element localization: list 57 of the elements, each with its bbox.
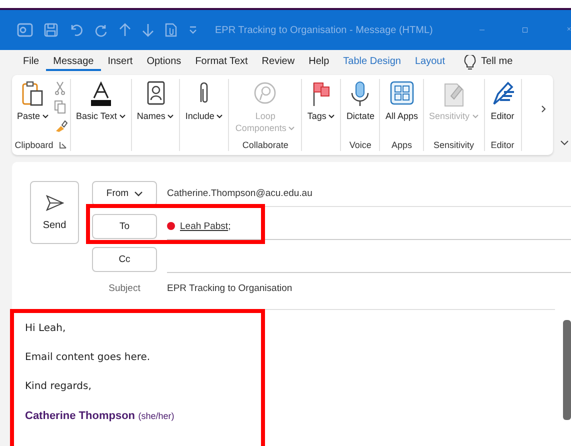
- search-field[interactable]: Tell me: [476, 54, 520, 70]
- group-label: Clipboard: [14, 140, 54, 150]
- ribbon-button[interactable]: Paste: [14, 79, 52, 139]
- ribbon-tab[interactable]: Insert: [100, 54, 140, 70]
- ribbon-tab[interactable]: Review: [254, 54, 302, 70]
- copy-icon[interactable]: [54, 100, 66, 114]
- undo-icon[interactable]: [69, 23, 83, 37]
- redo-icon[interactable]: [94, 23, 108, 37]
- to-button[interactable]: To: [92, 214, 157, 239]
- ribbon-button[interactable]: Dictate: [343, 79, 378, 139]
- body-text: Kind regards,: [25, 381, 92, 392]
- attach-file-icon[interactable]: [165, 23, 177, 37]
- dialog-launcher-icon[interactable]: [59, 141, 68, 149]
- mail-app-icon[interactable]: [17, 23, 33, 37]
- from-button[interactable]: From: [92, 181, 157, 206]
- ribbon-tab[interactable]: File: [16, 54, 46, 70]
- from-address: Catherine.Thompson@acu.edu.au: [167, 180, 571, 206]
- save-icon[interactable]: [44, 23, 58, 37]
- ribbon-button[interactable]: Basic Text: [73, 79, 129, 139]
- body-text: Hi Leah,: [25, 323, 67, 334]
- chevron-right-icon[interactable]: [541, 105, 547, 113]
- ribbon-tab[interactable]: Help: [302, 54, 336, 70]
- signature-pronouns: (she/her): [138, 411, 174, 421]
- subject-field[interactable]: EPR Tracking to Organisation: [167, 283, 292, 294]
- body-text: Email content goes here.: [25, 352, 152, 363]
- window-title: EPR Tracking to Organisation - Message (HTML): [215, 24, 433, 36]
- group-label: Voice: [349, 140, 372, 150]
- group-label: Sensitivity: [433, 140, 474, 150]
- message-body[interactable]: Hi Leah, Email content goes here. Kind regards, Catherine Thompson (she/her): [12, 309, 555, 446]
- signature-name: Catherine Thompson: [25, 410, 136, 422]
- send-icon: [46, 194, 64, 210]
- lightbulb-icon: [464, 54, 476, 70]
- group-label: Editor: [490, 140, 514, 150]
- cut-icon[interactable]: [54, 81, 66, 95]
- ribbon-button[interactable]: Names: [134, 79, 178, 139]
- format-painter-icon[interactable]: [54, 119, 68, 133]
- up-arrow-icon[interactable]: [119, 23, 131, 37]
- ribbon-button[interactable]: All Apps: [382, 79, 421, 139]
- group-label: Collaborate: [242, 140, 288, 150]
- subject-label: Subject: [108, 283, 142, 294]
- chevron-down-icon[interactable]: [560, 140, 569, 146]
- group-label: Apps: [391, 140, 412, 150]
- separator: ;: [228, 220, 231, 232]
- send-button[interactable]: Send: [30, 181, 79, 244]
- ribbon-tab[interactable]: Format Text: [188, 54, 255, 70]
- ribbon-tab[interactable]: Message: [46, 54, 101, 70]
- cc-button[interactable]: Cc: [92, 247, 157, 272]
- ribbon-button[interactable]: Tags: [304, 79, 338, 139]
- customize-icon[interactable]: [188, 25, 198, 35]
- ribbon-tab[interactable]: Layout: [408, 54, 452, 70]
- ribbon-button[interactable]: Include: [182, 79, 226, 139]
- down-arrow-icon[interactable]: [142, 23, 154, 37]
- ribbon-tab[interactable]: Options: [140, 54, 188, 70]
- ribbon-tab[interactable]: Table Design: [336, 54, 408, 70]
- recipient-name[interactable]: Leah Pabst: [180, 220, 228, 232]
- caret-icon: [134, 190, 143, 196]
- ribbon-button[interactable]: Editor: [486, 79, 518, 139]
